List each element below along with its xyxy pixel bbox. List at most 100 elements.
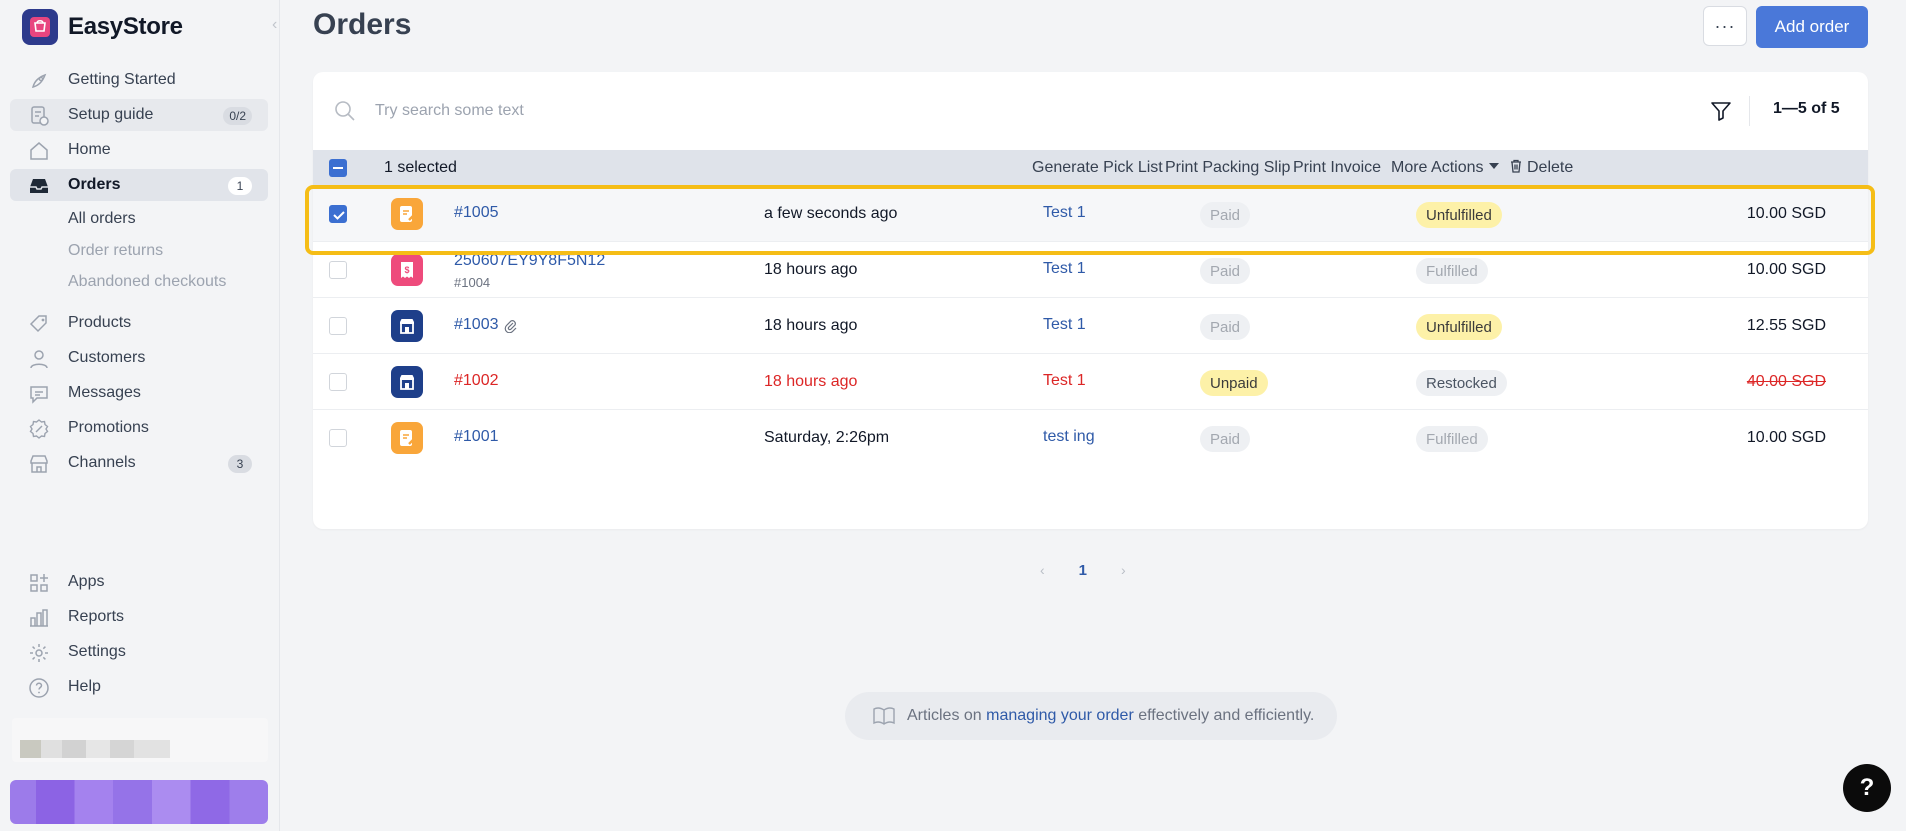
sidebar-item-promotions[interactable]: Promotions [10,412,268,444]
filter-icon[interactable] [1709,99,1733,123]
sidebar-item-label: Help [68,678,101,695]
sidebar-item-label: Messages [68,384,141,401]
sidebar-item-label: Reports [68,608,125,625]
sidebar-item-messages[interactable]: Messages [10,377,268,409]
table-row[interactable]: #1002 18 hours ago Test 1 Unpaid Restock… [313,354,1868,410]
help-icon [29,678,49,698]
help-chat-button[interactable]: ? [1843,764,1891,812]
sidebar-subitem-order-returns[interactable]: Order returns [68,242,163,260]
articles-prefix: Articles on [907,707,987,724]
order-number-link[interactable]: #1002 [454,372,499,390]
table-row[interactable]: #1003 18 hours ago Test 1 Paid Unfulfill… [313,298,1868,354]
more-actions-label: More Actions [1391,159,1484,176]
blurred-text [20,740,170,758]
order-number-link[interactable]: #1001 [454,428,499,446]
print-packing-slip-button[interactable]: Print Packing Slip [1165,159,1290,177]
articles-suffix: effectively and efficiently. [1133,707,1315,724]
sidebar-item-customers[interactable]: Customers [10,342,268,374]
checklist-icon [31,106,49,126]
more-options-label: ··· [1714,15,1736,36]
sidebar-item-label: Getting Started [68,71,176,88]
sidebar-item-apps[interactable]: Apps [10,566,268,598]
pagination: ‹ 1 › [1040,560,1126,580]
chat-icon [30,386,48,404]
search-input[interactable] [375,96,1375,126]
attachment-icon [504,320,517,333]
row-checkbox[interactable] [329,261,347,279]
search-row: 1—5 of 5 [313,72,1868,150]
bulk-action-bar: 1 selected Generate Pick List Print Pack… [313,150,1868,186]
generate-pick-list-button[interactable]: Generate Pick List [1032,159,1163,177]
add-order-button[interactable]: Add order [1756,6,1868,48]
customer-link[interactable]: Test 1 [1043,260,1086,278]
select-all-checkbox[interactable] [329,159,347,177]
table-row[interactable]: #1001 Saturday, 2:26pm test ing Paid Ful… [313,410,1868,466]
sidebar-item-label: Promotions [68,419,149,436]
page-title: Orders [313,8,412,41]
order-date: Saturday, 2:26pm [764,429,890,446]
sidebar-item-channels[interactable]: Channels 3 [10,447,268,479]
channels-count-badge: 3 [228,455,252,473]
order-number-link[interactable]: #1003 [454,316,499,334]
sidebar-item-label: Products [68,314,132,331]
selected-count: 1 selected [384,159,457,176]
sidebar: EasyStore ‹ Getting Started Setup guide … [0,0,280,831]
order-date: 18 hours ago [764,317,858,334]
row-checkbox[interactable] [329,373,347,391]
page-number[interactable]: 1 [1079,562,1087,579]
next-page-icon[interactable]: › [1121,562,1126,578]
print-invoice-button[interactable]: Print Invoice [1293,159,1381,177]
articles-text: Articles on managing your order effectiv… [907,707,1314,725]
order-total: 40.00 SGD [1746,373,1826,390]
inbox-icon [30,179,48,193]
fulfillment-status-badge: Fulfilled [1416,258,1488,284]
sidebar-item-settings[interactable]: Settings [10,636,268,668]
sidebar-subitem-abandoned-checkouts[interactable]: Abandoned checkouts [68,273,226,291]
divider [1749,96,1750,126]
fulfillment-status-badge: Fulfilled [1416,426,1488,452]
account-store-blurred[interactable] [12,718,268,762]
fulfillment-status-badge: Restocked [1416,370,1507,396]
sidebar-item-label: Home [68,141,111,158]
sidebar-item-home[interactable]: Home [10,134,268,166]
account-user-blurred[interactable] [10,780,268,824]
payment-status-badge: Unpaid [1200,370,1268,396]
payment-status-badge: Paid [1200,426,1251,452]
more-actions-dropdown[interactable]: More Actions [1391,159,1500,177]
collapse-sidebar-icon[interactable]: ‹ [272,16,286,34]
order-total: 10.00 SGD [1746,261,1826,278]
customer-link[interactable]: test ing [1043,428,1095,446]
sidebar-item-label: Apps [68,573,105,590]
selected-row-highlight [305,185,1875,255]
sidebar-item-orders[interactable]: Orders 1 [10,169,268,201]
gear-icon [30,644,48,662]
more-options-button[interactable]: ··· [1703,6,1747,46]
row-checkbox[interactable] [329,429,347,447]
draft-order-icon [391,422,423,454]
sidebar-item-setup-guide[interactable]: Setup guide 0/2 [10,99,268,131]
row-checkbox[interactable] [329,317,347,335]
delete-button[interactable]: Delete [1509,159,1573,177]
discount-icon [29,419,49,439]
apps-icon [30,574,48,592]
sidebar-item-products[interactable]: Products [10,307,268,339]
caret-down-icon [1489,163,1500,169]
bar-chart-icon [30,609,48,627]
setup-progress-badge: 0/2 [223,107,252,125]
customer-link[interactable]: Test 1 [1043,372,1086,390]
brand[interactable]: EasyStore [22,9,183,45]
customer-link[interactable]: Test 1 [1043,316,1086,334]
online-store-icon [391,366,423,398]
prev-page-icon[interactable]: ‹ [1040,562,1045,578]
order-total: 10.00 SGD [1746,429,1826,446]
easystore-logo-icon [22,9,58,45]
order-total: 12.55 SGD [1746,317,1826,334]
payment-status-badge: Paid [1200,314,1251,340]
managing-order-link[interactable]: managing your order [986,707,1134,724]
sidebar-item-reports[interactable]: Reports [10,601,268,633]
home-icon [30,142,48,160]
sidebar-item-getting-started[interactable]: Getting Started [10,64,268,96]
sidebar-item-help[interactable]: Help [10,671,268,703]
sidebar-subitem-all-orders[interactable]: All orders [68,210,136,228]
help-articles-banner: Articles on managing your order effectiv… [845,692,1337,740]
